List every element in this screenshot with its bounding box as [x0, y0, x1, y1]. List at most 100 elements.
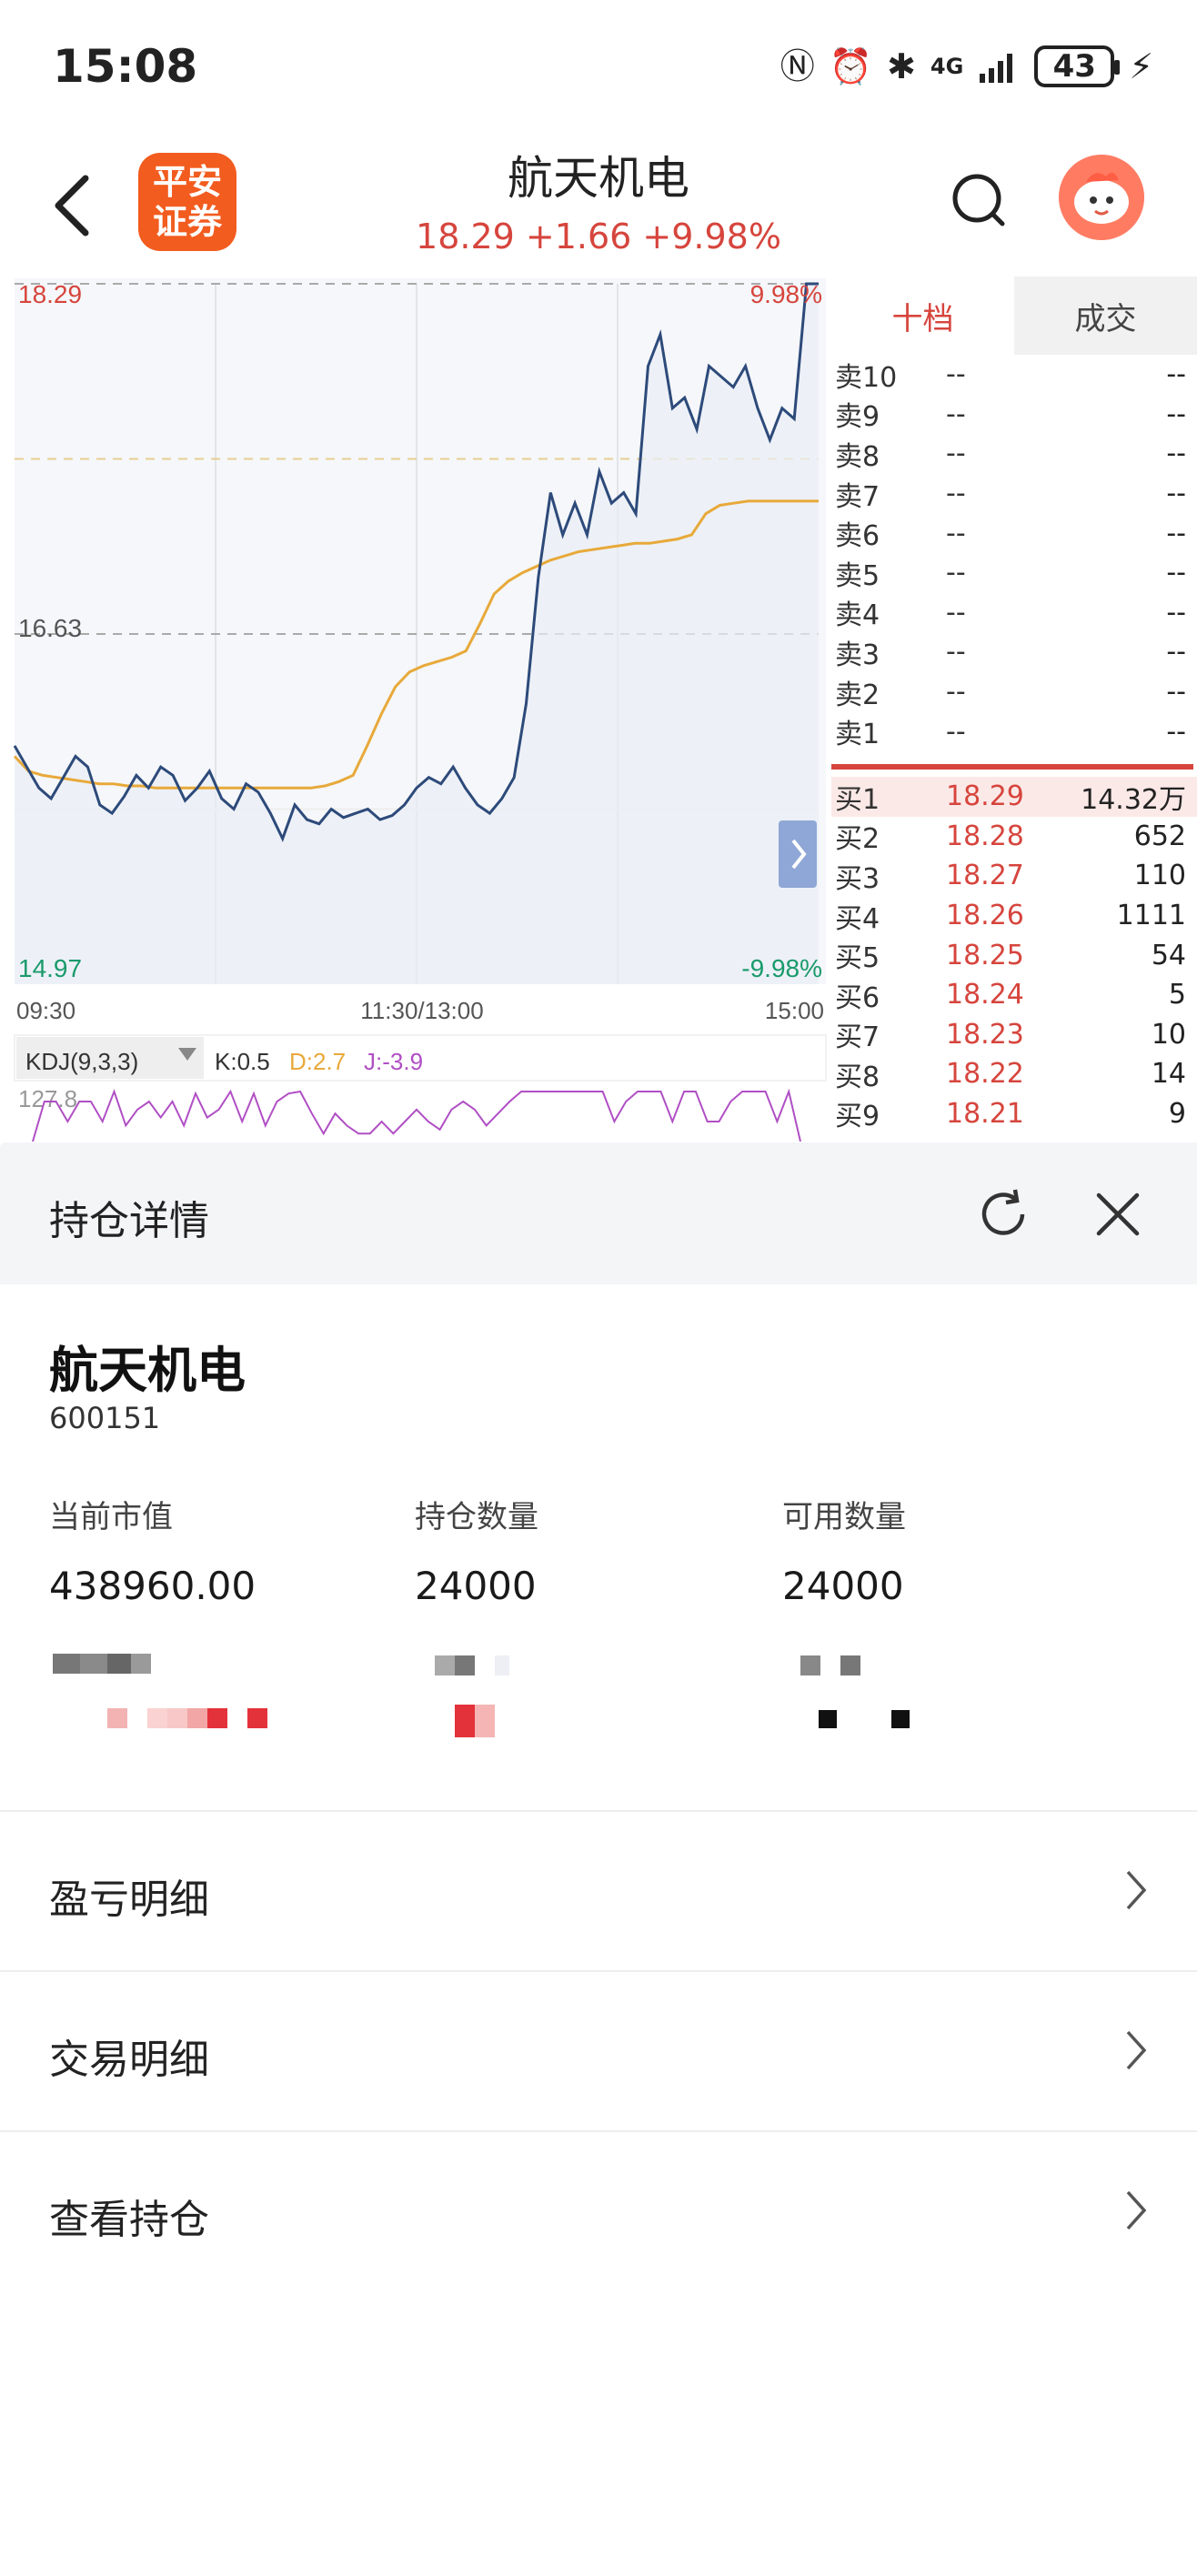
menu-item-view-positions[interactable]: 查看持仓 — [0, 2130, 1197, 2290]
orderbook-row-buy[interactable]: 买9 18.21 9 — [831, 1094, 1197, 1134]
charging-icon: ⚡ — [1129, 46, 1153, 86]
orderbook-price: 18.25 — [946, 939, 1024, 971]
orderbook-price: -- — [946, 478, 966, 510]
intraday-chart[interactable]: 18.29 16.63 14.97 9.98% -9.98% 09:30 11:… — [0, 273, 830, 1142]
orderbook-label: 买8 — [835, 1061, 880, 1093]
orderbook-volume: 10 — [1151, 1018, 1186, 1051]
kdj-j-line — [32, 1088, 801, 1142]
orderbook-label: 买9 — [835, 1101, 880, 1133]
orderbook-price: 18.27 — [946, 860, 1024, 892]
orderbook-label: 卖9 — [835, 401, 880, 434]
orderbook-row-buy[interactable]: 买3 18.27 110 — [831, 856, 1197, 896]
orderbook-label: 卖4 — [835, 599, 880, 632]
orderbook-price: -- — [946, 596, 966, 629]
available-qty-label: 可用数量 — [782, 1499, 906, 1535]
orderbook-price: 18.28 — [946, 820, 1024, 852]
y-label-bottom: 14.97 — [18, 954, 82, 982]
kdj-j-value: J:-3.9 — [364, 1048, 423, 1075]
orderbook-volume: 281 — [1134, 1138, 1186, 1141]
orderbook-row-buy[interactable]: 买2 18.28 652 — [831, 817, 1197, 857]
orderbook-price: -- — [946, 397, 966, 430]
x-label-open: 09:30 — [16, 997, 75, 1024]
orderbook-volume: -- — [1166, 438, 1186, 470]
market-value-label: 当前市值 — [49, 1499, 173, 1535]
orderbook-volume: -- — [1166, 397, 1186, 430]
holding-stock-name: 航天机电 — [49, 1342, 246, 1399]
orderbook-row-buy[interactable]: 买5 18.25 54 — [831, 935, 1197, 975]
orderbook-volume: 14 — [1151, 1058, 1186, 1091]
intraday-chart-svg: 18.29 16.63 14.97 9.98% -9.98% 09:30 11:… — [13, 278, 827, 1142]
close-icon[interactable] — [1086, 1182, 1150, 1246]
pct-label-bottom: -9.98% — [741, 954, 822, 982]
orderbook-row-buy[interactable]: 买4 18.26 1111 — [831, 896, 1197, 936]
redacted-block — [455, 1705, 495, 1737]
orderbook-label: 卖10 — [835, 361, 898, 394]
orderbook-label: 卖1 — [835, 719, 880, 751]
chevron-right-icon — [1126, 1870, 1147, 1910]
status-bar: 15:08 Ⓝ ⏰ ✱ 4G 43 ⚡ — [0, 0, 1197, 136]
orderbook-volume: 652 — [1133, 820, 1186, 852]
orderbook-volume: 1111 — [1116, 900, 1186, 932]
position-qty-label: 持仓数量 — [415, 1499, 538, 1535]
buy-levels: 买1 18.29 14.32万 买2 18.28 652 买3 18.27 110 买4 18.26… — [831, 776, 1197, 1141]
orderbook-row-sell[interactable]: 卖3 -- -- — [831, 632, 1197, 672]
assistant-avatar-icon[interactable] — [1059, 155, 1144, 240]
x-label-close: 15:00 — [765, 997, 824, 1024]
signal-icon — [980, 54, 1013, 83]
orderbook-row-buy[interactable]: 买10 18.20 281 — [831, 1133, 1197, 1141]
menu-item-label: 盈亏明细 — [49, 1877, 209, 1923]
orderbook-row-sell[interactable]: 卖1 -- -- — [831, 711, 1197, 751]
orderbook-volume: -- — [1166, 596, 1186, 629]
alarm-icon: ⏰ — [829, 46, 873, 86]
menu-item-label: 查看持仓 — [49, 2197, 209, 2243]
status-icons: Ⓝ ⏰ ✱ 4G 43 ⚡ — [780, 45, 1153, 87]
position-qty-block: 持仓数量 24000 — [415, 1492, 538, 1608]
x-label-midday: 11:30/13:00 — [360, 997, 483, 1024]
network-label: 4G — [930, 54, 964, 79]
position-qty: 24000 — [415, 1564, 537, 1608]
redacted-block — [800, 1655, 860, 1675]
holding-panel-header: 持仓详情 — [0, 1142, 1197, 1284]
orderbook-label: 卖2 — [835, 679, 880, 711]
orderbook-row-buy[interactable]: 买8 18.22 14 — [831, 1054, 1197, 1094]
search-icon[interactable] — [946, 167, 1011, 233]
orderbook-row-sell[interactable]: 卖6 -- -- — [831, 513, 1197, 553]
orderbook-row-sell[interactable]: 卖9 -- -- — [831, 395, 1197, 435]
kdj-axis-value: 127.8 — [18, 1085, 77, 1112]
expand-orderbook-button[interactable] — [779, 820, 817, 888]
orderbook-volume: 54 — [1151, 939, 1186, 971]
orderbook-label: 买7 — [835, 1021, 880, 1054]
orderbook-row-sell[interactable]: 卖10 -- -- — [831, 355, 1197, 395]
market-value: 438960.00 — [49, 1564, 256, 1608]
orderbook-row-sell[interactable]: 卖4 -- -- — [831, 593, 1197, 633]
orderbook-price: 18.20 — [946, 1138, 1024, 1141]
y-label-top: 18.29 — [18, 280, 82, 308]
refresh-icon[interactable] — [971, 1182, 1035, 1246]
orderbook-volume: -- — [1166, 715, 1186, 748]
orderbook-row-buy[interactable]: 买6 18.24 5 — [831, 975, 1197, 1015]
chevron-right-icon — [1126, 2190, 1147, 2230]
orderbook-label: 卖5 — [835, 559, 880, 592]
menu-item-trade-detail[interactable]: 交易明细 — [0, 1970, 1197, 2130]
orderbook-row-sell[interactable]: 卖2 -- -- — [831, 672, 1197, 712]
orderbook-label: 卖8 — [835, 440, 880, 473]
orderbook-row-buy[interactable]: 买1 18.29 14.32万 — [831, 776, 1197, 817]
battery-icon: 43 — [1034, 45, 1121, 87]
orderbook-row-sell[interactable]: 卖7 -- -- — [831, 474, 1197, 514]
orderbook-row-sell[interactable]: 卖5 -- -- — [831, 553, 1197, 593]
orderbook-label: 卖7 — [835, 480, 880, 513]
orderbook-volume: 110 — [1133, 860, 1186, 892]
orderbook-row-sell[interactable]: 卖8 -- -- — [831, 434, 1197, 474]
orderbook-row-buy[interactable]: 买7 18.23 10 — [831, 1015, 1197, 1055]
bid-ask-separator — [831, 763, 1193, 770]
sell-levels: 卖10 -- -- 卖9 -- -- 卖8 -- -- 卖7 -- -- 卖6 -- -- 卖5 -- -- 卖4 -… — [831, 355, 1197, 751]
menu-item-profit-loss[interactable]: 盈亏明细 — [0, 1810, 1197, 1970]
tab-ten-levels[interactable]: 十档 — [831, 277, 1014, 355]
battery-level: 43 — [1052, 48, 1096, 85]
tab-trades[interactable]: 成交 — [1014, 277, 1197, 355]
orderbook-volume: 5 — [1168, 979, 1186, 1011]
orderbook-price: -- — [946, 636, 966, 669]
orderbook-label: 买10 — [835, 1133, 897, 1141]
orderbook-price: -- — [946, 676, 966, 709]
kdj-selector-label: KDJ(9,3,3) — [25, 1048, 138, 1075]
